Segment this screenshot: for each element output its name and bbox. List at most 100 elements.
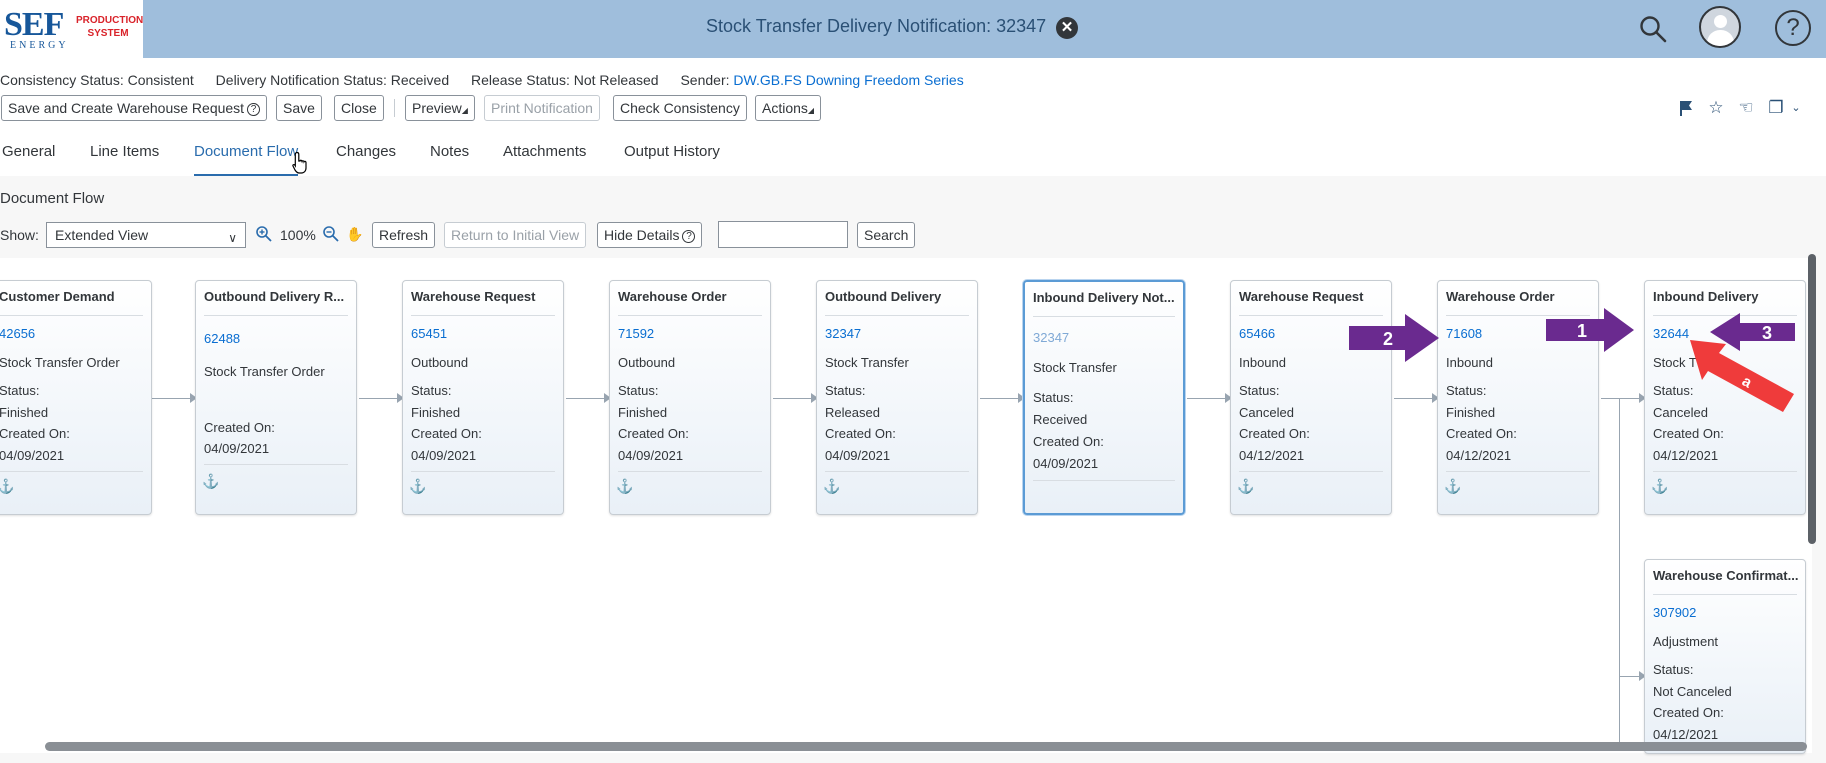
return-to-initial-view-button[interactable]: Return to Initial View: [444, 222, 587, 248]
node-id-link[interactable]: 71608: [1446, 326, 1482, 341]
flow-node-warehouse-request-outbound[interactable]: Warehouse Request 65451 Outbound Status:…: [402, 280, 564, 515]
node-id-link[interactable]: 71592: [618, 326, 654, 341]
flow-node-warehouse-confirmation[interactable]: Warehouse Confirmat... 307902 Adjustment…: [1644, 559, 1806, 754]
close-button[interactable]: Close: [334, 95, 384, 121]
section-title: Document Flow: [0, 190, 105, 207]
divider: [825, 315, 969, 316]
callout-arrow-1: 1: [1546, 308, 1634, 352]
node-created-date: 04/09/2021: [204, 441, 270, 456]
connector: [359, 398, 400, 399]
node-status-value: Received: [1033, 412, 1088, 427]
tab-document-flow[interactable]: Document Flow: [194, 140, 299, 176]
hide-details-button[interactable]: Hide Details?: [597, 222, 703, 248]
vertical-scrollbar[interactable]: [1808, 254, 1816, 544]
sender-link[interactable]: DW.GB.FS Downing Freedom Series: [733, 72, 963, 88]
node-id-link[interactable]: 65466: [1239, 326, 1275, 341]
node-id-link[interactable]: 62488: [204, 331, 240, 346]
node-created-date: 04/09/2021: [1033, 456, 1099, 471]
refresh-button[interactable]: Refresh: [372, 222, 436, 248]
release-status-value: Not Released: [573, 72, 659, 88]
tab-notes[interactable]: Notes: [430, 140, 469, 176]
preview-button[interactable]: Preview◢: [405, 95, 475, 121]
check-consistency-button[interactable]: Check Consistency: [613, 95, 747, 121]
share-icon[interactable]: ❐: [1766, 98, 1786, 118]
search-icon[interactable]: [1638, 14, 1668, 44]
search-button[interactable]: Search: [857, 222, 916, 248]
zoom-out-icon[interactable]: [322, 225, 340, 243]
dropdown-indicator-icon: ◢: [807, 106, 815, 115]
actions-button[interactable]: Actions◢: [755, 95, 822, 121]
node-status-label: Status:: [825, 383, 866, 398]
favorite-star-icon[interactable]: ☆: [1706, 98, 1726, 118]
anchor-icon[interactable]: ⚓: [1237, 478, 1254, 495]
print-notification-button[interactable]: Print Notification: [484, 95, 600, 121]
node-id-link[interactable]: 307902: [1653, 605, 1696, 620]
node-status-value: Released: [825, 405, 880, 420]
flow-node-warehouse-order-outbound[interactable]: Warehouse Order 71592 Outbound Status: F…: [609, 280, 771, 515]
tab-line-items[interactable]: Line Items: [90, 140, 159, 176]
horizontal-scrollbar[interactable]: [45, 742, 1807, 751]
connector: [1601, 398, 1642, 399]
node-created-label: Created On:: [825, 426, 896, 441]
flow-node-inbound-delivery-notification[interactable]: Inbound Delivery Not... 32347 Stock Tran…: [1023, 280, 1185, 515]
flag-icon[interactable]: [1676, 98, 1696, 118]
node-type: Stock Transfer Order: [0, 355, 120, 370]
save-button[interactable]: Save: [276, 95, 322, 121]
logo-subtext: ENERGY: [10, 40, 69, 51]
node-title: Customer Demand: [0, 289, 115, 304]
node-id-link[interactable]: 32644: [1653, 326, 1689, 341]
anchor-icon[interactable]: ⚓: [1444, 478, 1461, 495]
anchor-icon[interactable]: ⚓: [409, 478, 426, 495]
anchor-icon[interactable]: ⚓: [616, 478, 633, 495]
node-type: Stock Transfer Order: [204, 364, 325, 379]
node-status-value: Not Canceled: [1653, 684, 1732, 699]
search-input[interactable]: [718, 221, 848, 248]
divider: [1033, 480, 1175, 481]
hide-details-label: Hide Details: [604, 227, 680, 243]
tab-changes[interactable]: Changes: [336, 140, 396, 176]
flow-node-outbound-delivery-request[interactable]: Outbound Delivery R... 62488 Stock Trans…: [195, 280, 357, 515]
logo-text: SEF: [4, 6, 64, 43]
pan-hand-icon[interactable]: ✋: [346, 225, 364, 243]
flow-node-outbound-delivery[interactable]: Outbound Delivery 32347 Stock Transfer S…: [816, 280, 978, 515]
node-type: Outbound: [618, 355, 676, 370]
callout-2-label: 2: [1383, 329, 1393, 349]
show-label: Show:: [0, 227, 39, 243]
personalize-icon[interactable]: ☜: [1736, 98, 1756, 118]
anchor-icon[interactable]: ⚓: [1651, 478, 1668, 495]
anchor-icon[interactable]: ⚓: [202, 473, 219, 490]
tab-general[interactable]: General: [2, 140, 55, 176]
node-id-link[interactable]: 32347: [1033, 330, 1069, 345]
delivery-notification-status-value: Received: [390, 72, 450, 88]
node-id-link[interactable]: 65451: [411, 326, 447, 341]
help-icon[interactable]: ?: [1775, 10, 1811, 46]
shell-header: SEF ENERGY PRODUCTION SYSTEM Stock Trans…: [0, 0, 1826, 58]
anchor-icon[interactable]: ⚓: [0, 478, 14, 495]
tab-output-history[interactable]: Output History: [624, 140, 720, 176]
object-header: Consistency Status: Consistent Delivery …: [0, 58, 1826, 176]
flow-node-customer-demand[interactable]: Customer Demand 42656 Stock Transfer Ord…: [0, 280, 152, 515]
node-status-label: Status:: [1653, 662, 1694, 677]
toolbar-separator: [394, 99, 395, 117]
tab-attachments[interactable]: Attachments: [503, 140, 586, 176]
anchor-icon[interactable]: ⚓: [823, 478, 840, 495]
company-logo[interactable]: SEF ENERGY PRODUCTION SYSTEM: [0, 0, 143, 58]
node-status-label: Status:: [1033, 390, 1074, 405]
close-icon[interactable]: ✕: [1056, 17, 1078, 39]
divider: [1033, 316, 1175, 317]
node-id-link[interactable]: 42656: [0, 326, 35, 341]
divider: [618, 471, 762, 472]
save-and-create-warehouse-request-button[interactable]: Save and Create Warehouse Request?: [1, 95, 268, 121]
node-created-date: 04/09/2021: [618, 448, 684, 463]
hand-cursor-icon: [292, 151, 307, 174]
divider: [0, 315, 143, 316]
view-select[interactable]: Extended View ∨: [46, 222, 246, 248]
zoom-in-icon[interactable]: [255, 225, 273, 243]
user-avatar-icon[interactable]: [1699, 6, 1741, 48]
node-title: Warehouse Request: [1239, 289, 1364, 304]
node-title: Warehouse Order: [1446, 289, 1555, 304]
divider: [204, 464, 348, 465]
node-status-label: Status:: [1239, 383, 1280, 398]
chevron-down-icon[interactable]: ⌄: [1786, 98, 1806, 118]
node-id-link[interactable]: 32347: [825, 326, 861, 341]
